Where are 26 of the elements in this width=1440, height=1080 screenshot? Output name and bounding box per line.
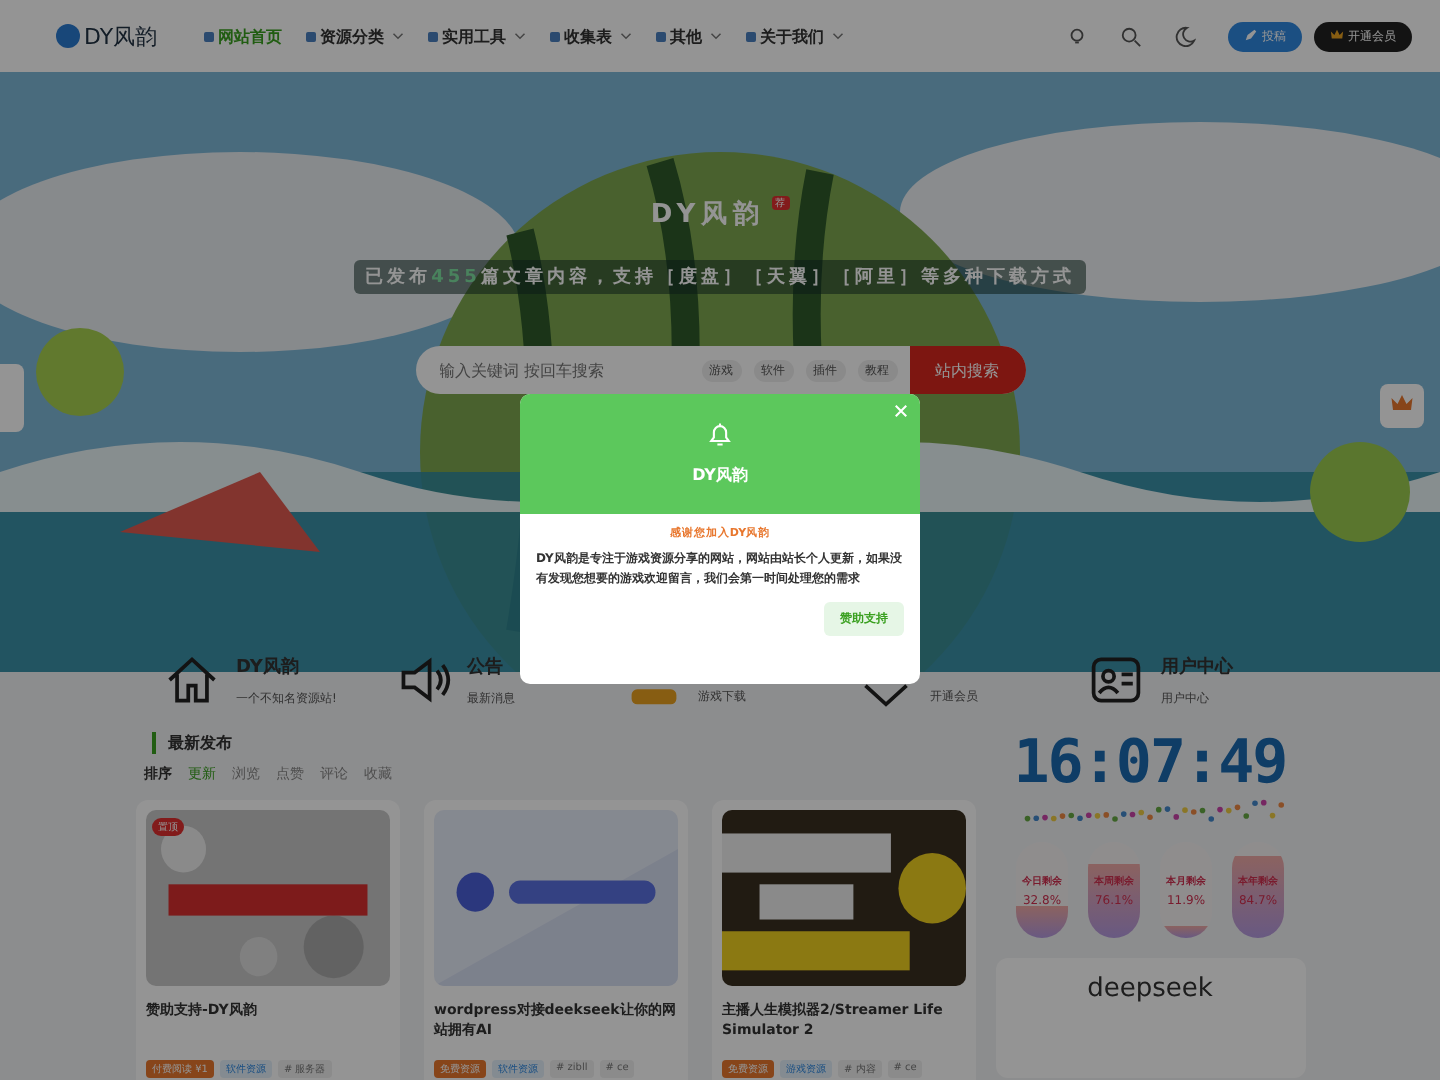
nav-item[interactable]: 实用工具: [428, 25, 526, 47]
widget-title: deepseek: [1087, 974, 1213, 1008]
site-logo[interactable]: DY风韵: [56, 21, 204, 51]
search-button[interactable]: 站内搜索: [909, 346, 1025, 394]
section-heading: 最新发布: [152, 732, 976, 754]
search-icon[interactable]: [1120, 25, 1142, 47]
nav-item[interactable]: 其他: [656, 25, 722, 47]
crown-icon: [1330, 27, 1344, 41]
feature-title[interactable]: 用户中心: [1160, 653, 1233, 679]
pencil-icon: [1244, 27, 1258, 41]
dialog-title: DY风韵: [692, 464, 748, 486]
id-card-icon[interactable]: [1088, 652, 1145, 708]
feature-title[interactable]: 公告: [467, 653, 516, 679]
crown-button[interactable]: [1380, 384, 1424, 428]
nav-item[interactable]: 收集表: [550, 25, 632, 47]
crown-icon: [1390, 391, 1414, 415]
nav-item[interactable]: 关于我们: [746, 25, 844, 47]
nav-item[interactable]: 网站首页: [204, 25, 282, 47]
moon-icon[interactable]: [1174, 25, 1196, 47]
hero-title: DY风韵: [650, 197, 766, 232]
feature-title[interactable]: DY风韵: [236, 653, 337, 679]
house-icon[interactable]: [164, 652, 220, 708]
nav-item[interactable]: 资源分类: [306, 25, 404, 47]
bell-icon: [706, 420, 734, 448]
bulb-icon[interactable]: [1066, 25, 1088, 47]
digital-clock: 16:07:49: [1013, 728, 1287, 798]
